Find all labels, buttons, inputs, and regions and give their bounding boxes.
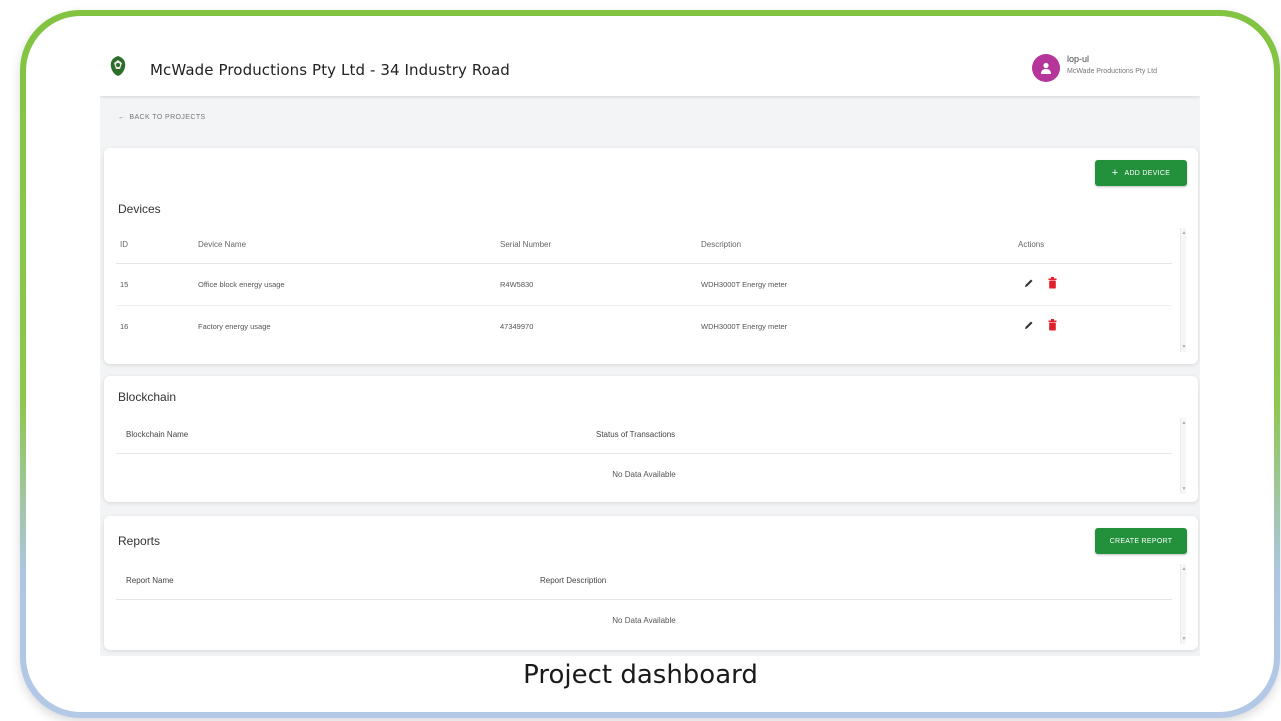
device-id: 16 [120, 322, 129, 331]
scroll-down-icon[interactable]: ▼ [1181, 344, 1187, 350]
plus-icon: + [1111, 167, 1119, 179]
create-report-label: CREATE REPORT [1109, 537, 1173, 545]
table-row[interactable]: 16 Factory energy usage 47349970 WDH3000… [116, 306, 1172, 348]
edit-pencil-icon[interactable] [1024, 320, 1034, 330]
device-id: 15 [120, 280, 129, 289]
blockchain-table-header: Blockchain Name Status of Transactions [116, 418, 1172, 454]
device-description: WDH3000T Energy meter [701, 322, 788, 331]
col-description: Description [701, 240, 742, 249]
col-report-description: Report Description [540, 576, 607, 585]
user-avatar[interactable] [1032, 54, 1060, 82]
col-actions: Actions [1018, 240, 1045, 249]
slide-caption: Project dashboard [523, 660, 758, 690]
edit-pencil-icon[interactable] [1024, 278, 1034, 288]
top-bar: McWade Productions Pty Ltd - 34 Industry… [100, 44, 1200, 96]
blockchain-scrollbar[interactable]: ▲ ▼ [1180, 418, 1186, 494]
scroll-up-icon[interactable]: ▲ [1181, 230, 1187, 236]
col-blockchain-name: Blockchain Name [126, 430, 189, 439]
company-logo-icon [110, 56, 126, 76]
reports-table: Report Name Report Description No Data A… [116, 564, 1172, 644]
device-serial: 47349970 [500, 322, 534, 331]
scroll-up-icon[interactable]: ▲ [1181, 566, 1187, 572]
arrow-left-icon: ← [118, 114, 126, 121]
blockchain-table: Blockchain Name Status of Transactions N… [116, 418, 1172, 494]
page-title: McWade Productions Pty Ltd - 34 Industry… [150, 61, 510, 79]
col-serial-number: Serial Number [500, 240, 552, 249]
blockchain-card: Blockchain Blockchain Name Status of Tra… [104, 376, 1198, 502]
create-report-button[interactable]: CREATE REPORT [1095, 528, 1187, 554]
reports-table-header: Report Name Report Description [116, 564, 1172, 600]
back-to-projects-link[interactable]: ← BACK TO PROJECTS [118, 114, 206, 121]
col-device-name: Device Name [198, 240, 247, 249]
user-name: lop-ul [1067, 54, 1090, 64]
devices-scrollbar[interactable]: ▲ ▼ [1180, 228, 1186, 352]
devices-card: + ADD DEVICE Devices ID Device Name Seri… [104, 148, 1198, 364]
blockchain-empty-text: No Data Available [612, 470, 676, 479]
reports-empty-text: No Data Available [612, 616, 676, 625]
col-status-of-transactions: Status of Transactions [596, 430, 676, 439]
device-name: Office block energy usage [198, 280, 285, 289]
add-device-button[interactable]: + ADD DEVICE [1095, 160, 1187, 186]
reports-title: Reports [118, 534, 161, 548]
devices-table: ID Device Name Serial Number Description… [116, 228, 1172, 352]
delete-trash-icon[interactable] [1048, 277, 1057, 289]
reports-scrollbar[interactable]: ▲ ▼ [1180, 564, 1186, 644]
device-serial: R4W5830 [500, 280, 534, 289]
blockchain-title: Blockchain [118, 390, 177, 404]
table-row[interactable]: 15 Office block energy usage R4W5830 WDH… [116, 264, 1172, 306]
col-report-name: Report Name [126, 576, 174, 585]
scroll-up-icon[interactable]: ▲ [1181, 420, 1187, 426]
device-name: Factory energy usage [198, 322, 271, 331]
col-id: ID [120, 240, 128, 249]
user-avatar-icon [1041, 62, 1051, 74]
add-device-label: ADD DEVICE [1124, 169, 1171, 177]
devices-table-header: ID Device Name Serial Number Description… [116, 228, 1172, 264]
devices-title: Devices [118, 202, 161, 216]
reports-card: CREATE REPORT Reports Report Name Report… [104, 516, 1198, 650]
scroll-down-icon[interactable]: ▼ [1181, 486, 1187, 492]
back-label: BACK TO PROJECTS [129, 114, 206, 121]
device-description: WDH3000T Energy meter [701, 280, 788, 289]
delete-trash-icon[interactable] [1048, 319, 1057, 331]
scroll-down-icon[interactable]: ▼ [1181, 636, 1187, 642]
user-organization: McWade Productions Pty Ltd [1067, 68, 1158, 75]
app-window: McWade Productions Pty Ltd - 34 Industry… [100, 44, 1200, 656]
